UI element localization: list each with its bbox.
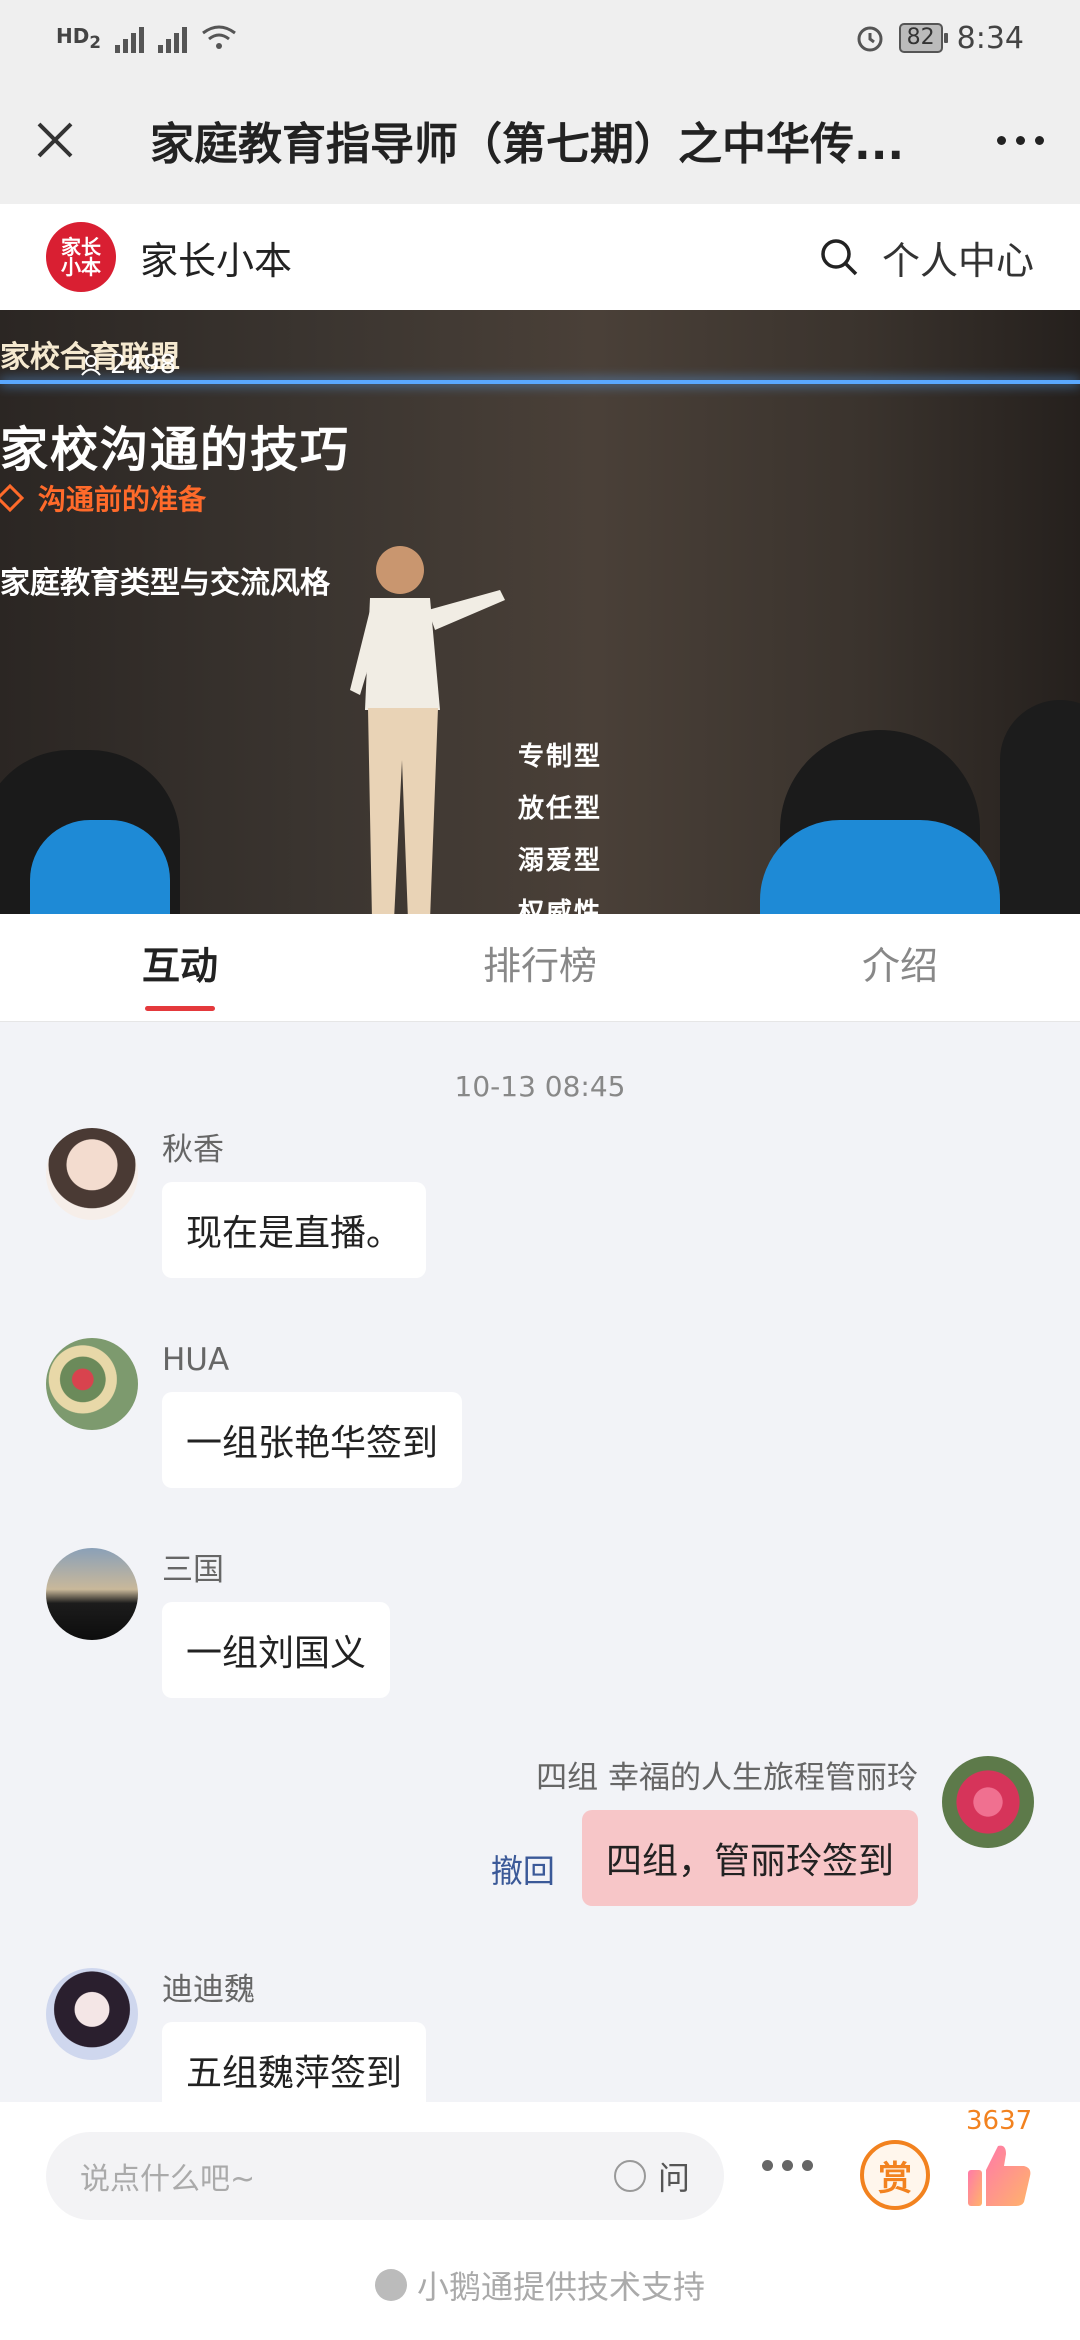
logo-text: 家长小本 [61,235,101,279]
message-body: HUA 一组张艳华签到 [162,1338,463,1488]
slide-subtitle-text: 沟通前的准备 [38,483,207,516]
battery-indicator: 82 [898,23,948,53]
brand-name[interactable]: 家长小本 [140,230,814,285]
viewer-count-value: 2498 [110,350,177,380]
chat-message: 秋香 现在是直播。 [46,1128,427,1278]
tab-bar: 互动 排行榜 介绍 [0,914,1080,1022]
radio-circle-icon [613,2160,646,2192]
close-button[interactable] [0,76,110,204]
bottom-bar: 说点什么吧~ 问 赏 3637 小鹅通提供技术支持 [0,2102,1080,2340]
more-dot-icon [1034,135,1044,145]
xiaoetong-logo-icon [374,2269,407,2301]
clock: 8:34 [956,20,1024,56]
slide-title: 家校沟通的技巧 [0,422,351,478]
chat-list[interactable]: 10-13 08:45 秋香 现在是直播。 HUA 一组张艳华签到 三国 一组刘… [0,1022,1080,2102]
message-bubble[interactable]: 五组魏萍签到 [162,2022,427,2102]
tab-leaderboard[interactable]: 排行榜 [360,914,720,1021]
message-body: 迪迪魏 五组魏萍签到 [162,1968,427,2102]
search-button[interactable] [814,232,864,282]
close-icon [37,122,73,158]
alarm-icon [857,26,883,52]
comment-placeholder: 说点什么吧~ [80,2162,256,2197]
more-button[interactable] [960,76,1080,204]
dot-icon [762,2160,773,2171]
status-bar: HD2 82 8:34 [0,0,1080,76]
tab-interaction[interactable]: 互动 [0,914,360,1021]
slide-subtitle: 沟通前的准备 [0,478,206,518]
avatar[interactable] [942,1756,1034,1848]
viewer-icon [81,355,101,376]
more-dot-icon [1015,135,1025,145]
avatar[interactable] [46,1338,138,1430]
reward-button[interactable]: 赏 [860,2140,930,2210]
nickname: 迪迪魏 [162,1972,255,2008]
like-count: 3637 [966,2106,1033,2136]
nickname: 秋香 [162,1132,224,1168]
signal-4g-icon [157,23,187,53]
thumbs-up-icon[interactable] [964,2140,1034,2210]
support-label: 小鹅通提供技术支持 [416,2268,705,2306]
comment-input[interactable]: 说点什么吧~ 问 [46,2132,724,2220]
audience-1-shirt [30,820,170,914]
status-left: HD2 [56,23,237,53]
status-right: 82 8:34 [855,21,1024,56]
slide-type-1: 专制型 [518,742,603,772]
chat-timestamp: 10-13 08:45 [454,1070,626,1103]
chat-message-self: 四组 幸福的人生旅程管丽玲 撤回 四组，管丽玲签到 [491,1756,1034,1906]
nickname: 三国 [162,1552,224,1588]
hd-icon: HD2 [56,24,101,52]
brand-logo[interactable]: 家长小本 [46,222,116,292]
message-body: 四组 幸福的人生旅程管丽玲 撤回 四组，管丽玲签到 [491,1756,918,1906]
recall-button[interactable]: 撤回 [491,1852,555,1890]
chat-message: HUA 一组张艳华签到 [46,1338,463,1488]
message-bubble[interactable]: 四组，管丽玲签到 [581,1810,918,1906]
dot-icon [802,2160,813,2171]
more-dot-icon [996,135,1006,145]
audience-3 [1000,700,1080,914]
more-actions-button[interactable] [762,2160,813,2171]
tab-intro[interactable]: 介绍 [720,914,1080,1021]
message-bubble[interactable]: 一组刘国义 [162,1602,391,1698]
slide-type-3: 溺爱型 [518,846,603,876]
title-bar: 家庭教育指导师（第七期）之中华传... [0,76,1080,204]
avatar[interactable] [46,1548,138,1640]
avatar[interactable] [46,1968,138,2060]
dot-icon [782,2160,793,2171]
slide-type-4: 权威性 [518,898,603,914]
page-title: 家庭教育指导师（第七期）之中华传... [150,119,905,170]
slide-type-2: 放任型 [518,794,603,824]
support-text: 小鹅通提供技术支持 [0,2262,1080,2308]
chat-message: 三国 一组刘国义 [46,1548,391,1698]
diamond-icon [0,483,25,513]
nickname: HUA [162,1342,230,1378]
ask-toggle[interactable]: 问 [613,2153,690,2199]
chat-message: 迪迪魏 五组魏萍签到 [46,1968,427,2102]
slide-line: 家庭教育类型与交流风格 [0,566,330,601]
ask-label: 问 [657,2159,690,2197]
screen-glow-line [0,380,1080,384]
message-body: 秋香 现在是直播。 [162,1128,427,1278]
avatar[interactable] [46,1128,138,1220]
wifi-icon [202,25,236,49]
message-bubble[interactable]: 现在是直播。 [162,1182,427,1278]
nickname: 四组 幸福的人生旅程管丽玲 [536,1760,918,1796]
search-icon [821,239,858,276]
personal-center-link[interactable]: 个人中心 [882,230,1034,285]
message-body: 三国 一组刘国义 [162,1548,391,1698]
viewer-count: 2498 [80,350,176,380]
brand-bar: 家长小本 家长小本 个人中心 [0,204,1080,310]
video-player[interactable]: 家校合育联盟 2498 家校沟通的技巧 沟通前的准备 家庭教育类型与交流风格 专… [0,310,1080,914]
lecturer-figure [350,546,505,914]
message-bubble[interactable]: 一组张艳华签到 [162,1392,463,1488]
audience-2-shirt [760,820,1000,914]
signal-2g-icon [114,23,144,53]
